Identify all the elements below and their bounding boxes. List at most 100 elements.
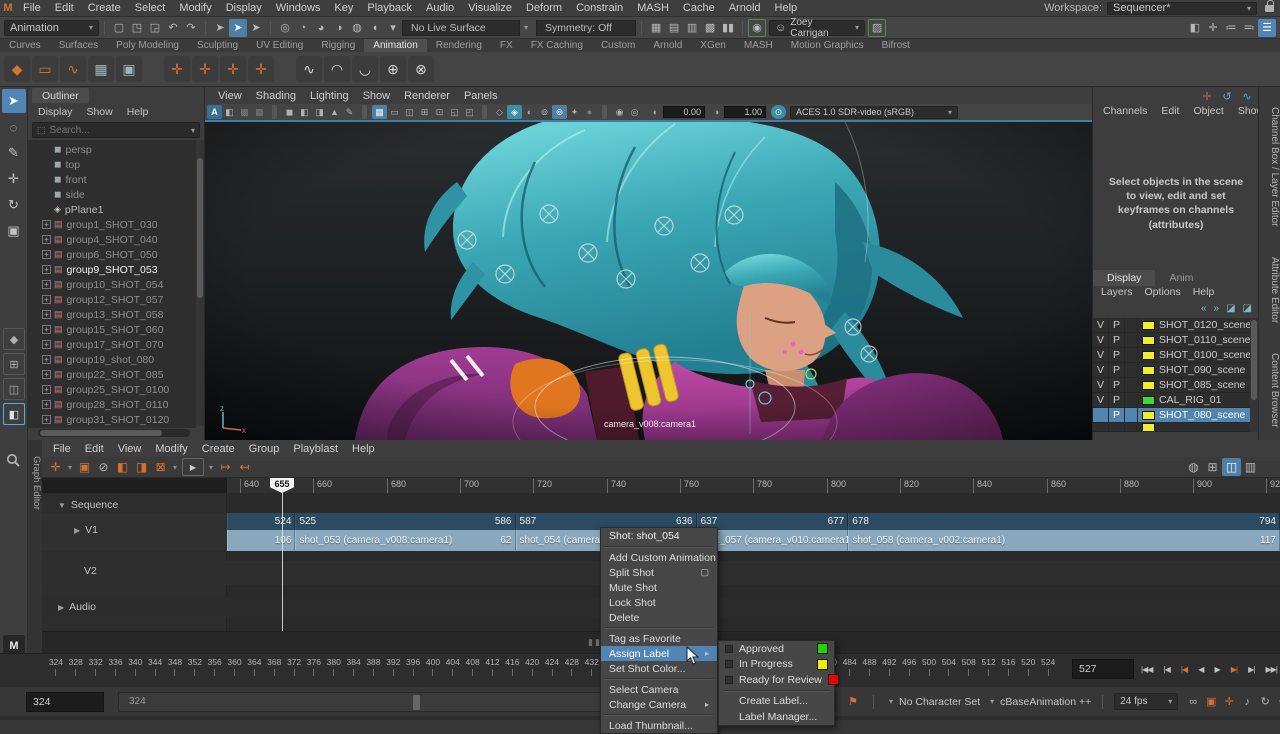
sequencer-menu-item[interactable]: Modify <box>148 442 194 456</box>
sidebar-vertical-tab[interactable]: Content Browser <box>1259 337 1280 437</box>
menu-item[interactable]: Deform <box>519 1 569 15</box>
shot-range-segment[interactable]: 524 <box>227 513 295 530</box>
chevron-down-icon[interactable]: ▾ <box>191 126 195 135</box>
snap-projected-icon[interactable]: ◑ <box>330 19 348 37</box>
label-submenu-item[interactable]: In Progress <box>719 657 834 673</box>
expand-icon[interactable]: + <box>42 325 51 334</box>
shelf-arc-down-icon[interactable]: ◡ <box>352 56 378 82</box>
layer-color-swatch[interactable] <box>1142 411 1155 420</box>
attribute-editor-icon[interactable]: ≔ <box>1222 19 1240 37</box>
shelf-set-key-icon[interactable]: ✛ <box>164 56 190 82</box>
fps-dropdown[interactable]: 24 fps ▾ <box>1114 693 1178 710</box>
maya-logo-icon[interactable]: M <box>0 2 16 14</box>
playblast-options-icon[interactable]: ▾ <box>206 458 216 476</box>
outliner-title[interactable]: Outliner <box>32 88 89 103</box>
viewport-scene[interactable]: camera_v008:camera1 z x <box>205 120 1092 440</box>
ao-icon[interactable]: ✦ <box>567 105 582 119</box>
panel-menu-item[interactable]: Help <box>121 105 155 119</box>
display-layer-row[interactable]: V P SHOT_0100_scene <box>1093 348 1250 363</box>
label-submenu-item[interactable]: Approved <box>719 641 834 657</box>
outliner-item[interactable]: + ▤ group9_SHOT_053 <box>28 262 196 277</box>
shelf-tab[interactable]: Animation <box>364 39 426 52</box>
shelf-retime-icon[interactable]: ✛ <box>248 56 274 82</box>
refresh-icon[interactable]: ↻ <box>1256 693 1274 711</box>
shelf-tab[interactable]: Poly Modeling <box>107 39 188 52</box>
separator[interactable] <box>602 105 607 119</box>
panel-menu-item[interactable]: Options <box>1139 285 1187 299</box>
viewport-menu-item[interactable]: Show <box>356 89 398 103</box>
label-checkbox[interactable] <box>725 660 733 668</box>
shot-range-segment[interactable]: 678 794 <box>848 513 1280 530</box>
layer-mode-cell[interactable] <box>1125 348 1138 362</box>
menu-item[interactable]: Playback <box>360 1 419 15</box>
chevron-down-icon[interactable]: ▾ <box>889 697 893 706</box>
layer-mode-cell[interactable] <box>1125 363 1138 377</box>
expand-icon[interactable]: + <box>42 235 51 244</box>
menu-item[interactable]: Edit <box>48 1 81 15</box>
context-menu-item[interactable]: Delete <box>601 610 717 625</box>
menu-item[interactable]: Windows <box>269 1 328 15</box>
context-menu-item[interactable]: Split Shot ▢ <box>601 565 717 580</box>
exposure-field[interactable]: 0.00 <box>663 106 705 118</box>
sidebar-vertical-tab[interactable]: Channel Box / Layer Editor <box>1259 91 1280 237</box>
layer-mode-cell[interactable] <box>1125 333 1138 347</box>
expand-icon[interactable]: + <box>42 385 51 394</box>
panel-type-icon[interactable]: A <box>207 105 222 119</box>
select-object-mode-icon[interactable]: ➤ <box>211 19 229 37</box>
shelf-tab[interactable]: Rigging <box>312 39 364 52</box>
viewport-menu-item[interactable]: Panels <box>457 89 505 103</box>
outliner-pane-layout-icon[interactable]: ◧ <box>3 403 25 425</box>
track-label-v2[interactable]: V2 <box>84 565 97 577</box>
magnifier-icon[interactable] <box>6 453 21 471</box>
outliner-item[interactable]: + ◼ top <box>28 157 196 172</box>
display-layer-row[interactable]: V P SHOT_0110_scene <box>1093 333 1250 348</box>
shelf-ghosting-icon[interactable]: ▦ <box>88 56 114 82</box>
chevron-down-icon[interactable]: ▾ <box>990 697 994 706</box>
expand-icon[interactable]: + <box>42 340 51 349</box>
layer-playback-toggle[interactable]: P <box>1109 348 1125 362</box>
layer-visibility-toggle[interactable] <box>1093 408 1109 422</box>
shelf-tab[interactable]: FX Caching <box>522 39 592 52</box>
step-back-frame-button[interactable]: |◀ <box>1180 658 1188 680</box>
playblast-shot-icon[interactable]: ▶ <box>182 458 204 476</box>
rotate-tool-icon[interactable]: ↻ <box>2 193 26 217</box>
gamma-icon[interactable]: ◑ <box>709 105 724 119</box>
speaker-icon[interactable]: ♪ <box>1238 693 1256 711</box>
layer-playback-toggle[interactable]: P <box>1109 408 1125 422</box>
expand-icon[interactable]: + <box>42 310 51 319</box>
label-checkbox[interactable] <box>725 676 733 684</box>
shot-clip[interactable]: shot_053 (camera_v008:camera1) 62 <box>295 530 515 551</box>
safe-title-icon[interactable]: ◰ <box>462 105 477 119</box>
bookmark-icon[interactable]: ⚑ <box>844 693 862 711</box>
shelf-add-inbetween-icon[interactable]: ✛ <box>192 56 218 82</box>
shelf-tab[interactable]: UV Editing <box>247 39 312 52</box>
humanik-icon[interactable]: ✛ <box>1204 19 1222 37</box>
delete-shot-icon[interactable]: ⊠ <box>151 458 170 476</box>
outliner-item[interactable]: + ▤ group28_SHOT_0110 <box>28 397 196 412</box>
shelf-remove-key-icon[interactable]: ✛ <box>220 56 246 82</box>
channel-box-icon[interactable]: ☰ <box>1258 19 1276 37</box>
separator[interactable] <box>362 105 367 119</box>
layer-mode-cell[interactable] <box>1125 378 1138 392</box>
move-tool-icon[interactable]: ✛ <box>2 167 26 191</box>
redo-icon[interactable]: ↷ <box>182 19 200 37</box>
label-submenu-item[interactable]: Ready for Review <box>719 672 834 688</box>
expand-icon[interactable]: + <box>42 280 51 289</box>
expand-icon[interactable]: + <box>42 415 51 424</box>
shelf-separator[interactable] <box>149 56 157 82</box>
layer-visibility-toggle[interactable]: V <box>1093 378 1109 392</box>
context-menu-item[interactable]: Shot: shot_054 <box>601 528 717 544</box>
resolution-gate-icon[interactable]: ◫ <box>402 105 417 119</box>
set-shot-in-icon[interactable]: ↦ <box>216 458 235 476</box>
graph-editor-tab[interactable]: Graph Editor <box>28 444 42 516</box>
play-backward-button[interactable]: ◀ <box>1197 658 1204 680</box>
outliner-item[interactable]: + ▤ group17_SHOT_070 <box>28 337 196 352</box>
menu-item[interactable]: Display <box>219 1 269 15</box>
shelf-tab[interactable]: Sculpting <box>188 39 247 52</box>
label-submenu-item[interactable]: Create Label... <box>719 694 834 710</box>
snap-options-arrow-icon[interactable]: ▾ <box>384 19 402 37</box>
menu-item[interactable]: Select <box>128 1 173 15</box>
single-pane-layout-icon[interactable]: ◆ <box>3 328 25 350</box>
layer-mode-cell[interactable] <box>1125 318 1138 332</box>
character-set-dropdown[interactable]: No Character Set <box>899 696 980 708</box>
